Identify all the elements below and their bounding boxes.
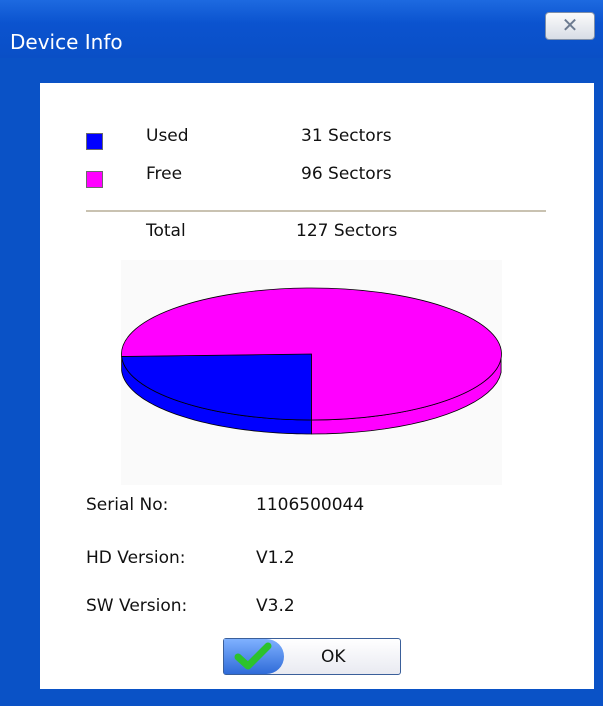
check-icon (224, 639, 284, 674)
title-bar: Device Info ✕ (0, 0, 603, 58)
device-info-window: Device Info ✕ Used 31 Sectors Free 96 Se… (0, 0, 603, 706)
hd-version-label: HD Version: (86, 548, 186, 568)
ok-button[interactable]: OK (223, 638, 401, 675)
sw-version-value: V3.2 (256, 596, 295, 616)
serial-value: 1106500044 (256, 495, 365, 515)
free-label: Free (146, 164, 183, 184)
free-value: 96 Sectors (301, 164, 392, 184)
window-title: Device Info (10, 30, 123, 54)
sectors-pie-chart (121, 287, 502, 435)
pie-slice-used (121, 353, 312, 421)
ok-button-label: OK (321, 647, 346, 667)
used-label: Used (146, 126, 189, 146)
sw-version-label: SW Version: (86, 596, 188, 616)
hd-version-value: V1.2 (256, 548, 295, 568)
free-legend-swatch (86, 171, 103, 188)
serial-label: Serial No: (86, 495, 169, 515)
separator-line (86, 210, 546, 212)
used-legend-swatch (86, 133, 103, 150)
total-value: 127 Sectors (296, 221, 398, 241)
close-button[interactable]: ✕ (545, 12, 595, 40)
total-label: Total (146, 221, 186, 241)
used-value: 31 Sectors (301, 126, 392, 146)
close-icon: ✕ (561, 13, 579, 37)
